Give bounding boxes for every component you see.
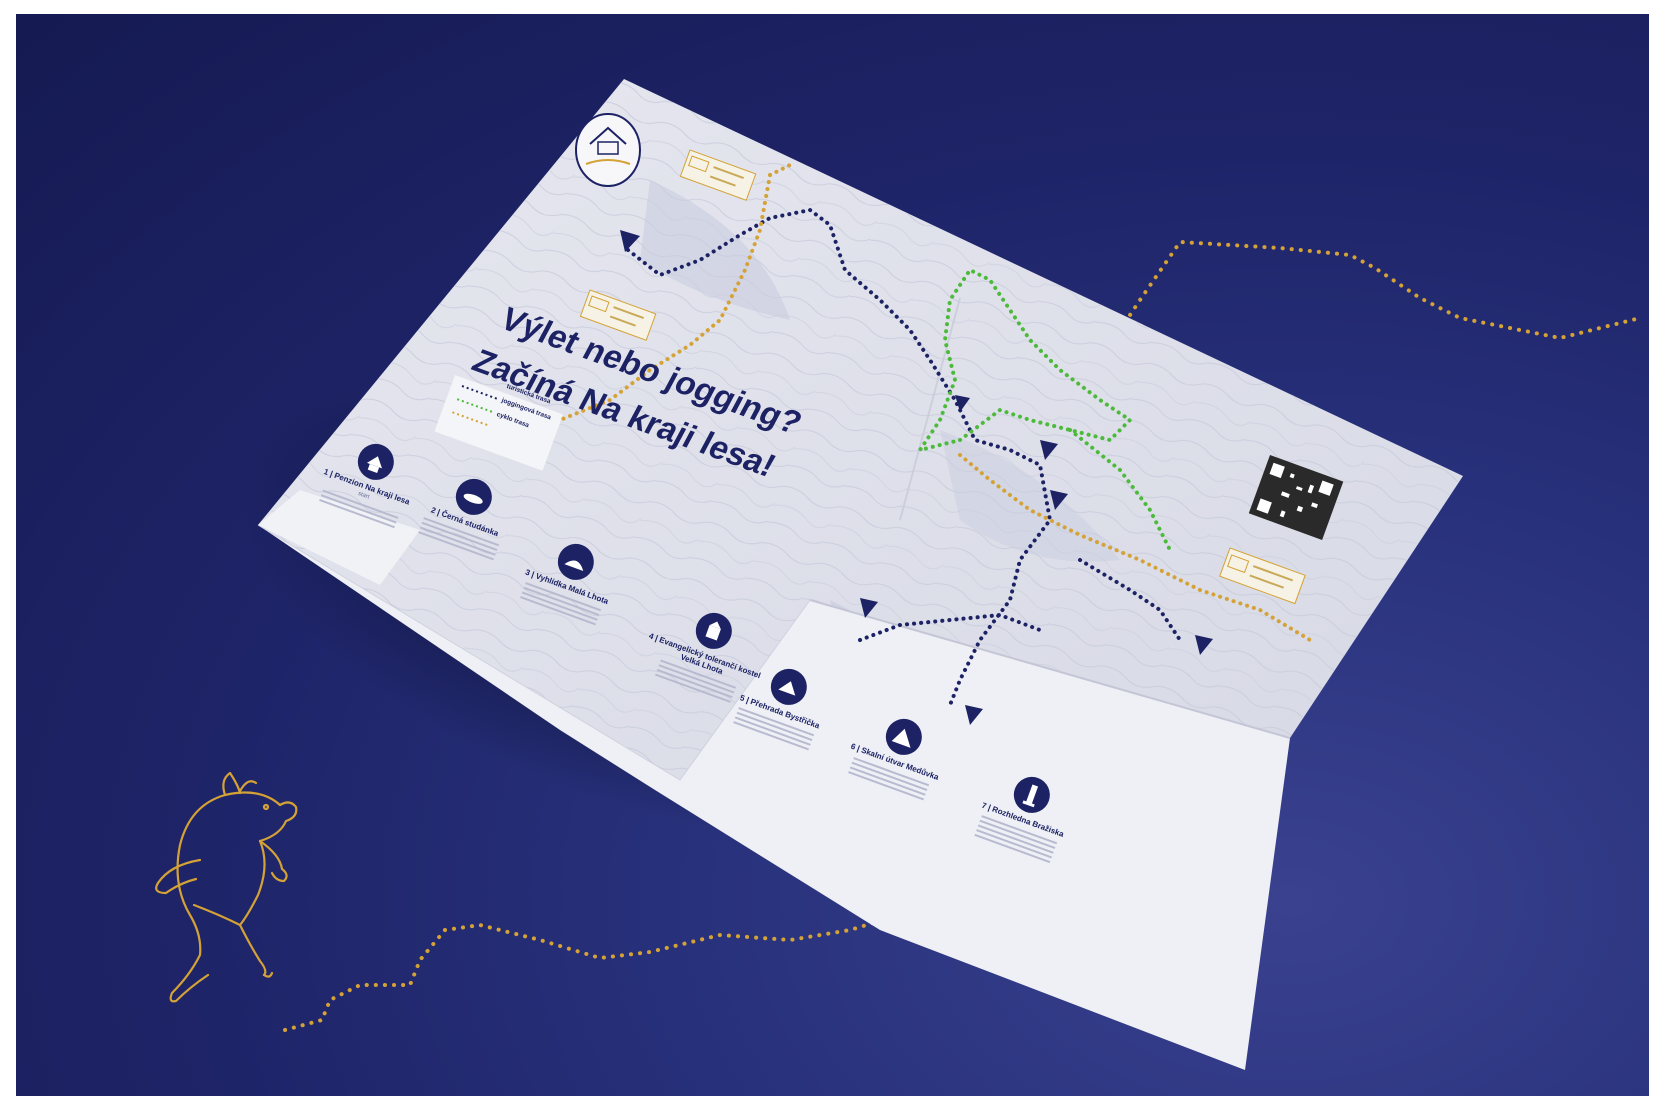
pig-mascot-icon: [155, 771, 298, 1003]
gold-trail-right: [1118, 239, 1642, 341]
gold-trail-left: [283, 916, 892, 1032]
poster-logo: [575, 113, 641, 187]
